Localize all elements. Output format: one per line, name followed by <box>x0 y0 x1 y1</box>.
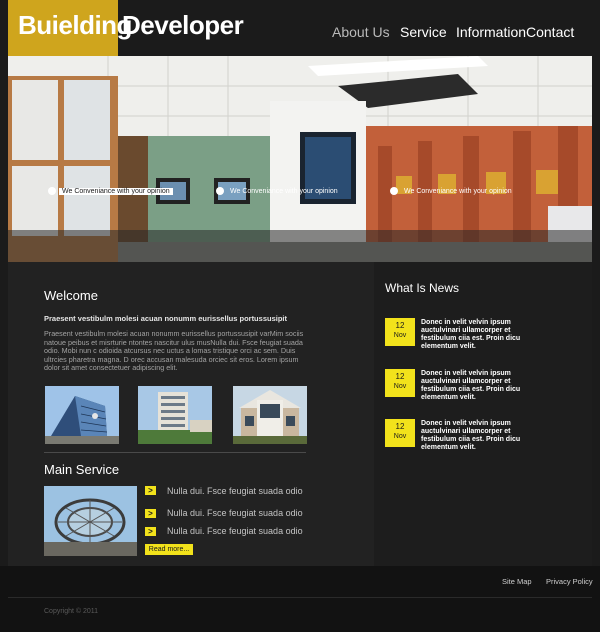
hero-banner <box>8 56 592 262</box>
service-arrow-icon-3: > <box>145 527 156 536</box>
service-arrow-icon-2: > <box>145 509 156 518</box>
building-thumbnail-2[interactable] <box>138 386 212 444</box>
service-item-1[interactable]: Nulla dui. Fsce feugiat suada odio <box>167 486 303 496</box>
copyright-text: Copyright © 2011 <box>44 608 99 615</box>
read-more-button[interactable]: Read more... <box>145 544 193 555</box>
hero-caption-1: We Conveniance with your opinion <box>59 188 173 195</box>
hero-slide-dot-2[interactable] <box>216 187 224 195</box>
nav-service[interactable]: Service <box>400 24 447 40</box>
news-date-month: Nov <box>393 383 407 390</box>
building-thumbnail-1[interactable] <box>45 386 119 444</box>
footer-link-privacy-policy[interactable]: Privacy Policy <box>546 577 593 586</box>
service-item-2[interactable]: Nulla dui. Fsce feugiat suada odio <box>167 508 303 518</box>
welcome-heading: Welcome <box>44 288 98 303</box>
hero-slide-dot-3[interactable] <box>390 187 398 195</box>
news-date-day: 12 <box>395 321 405 330</box>
news-date-badge-1: 12 Nov <box>385 318 415 346</box>
nav-about-us[interactable]: About Us <box>332 24 390 40</box>
news-item-2[interactable]: Donec in velit velvin ipsum auctulvinari… <box>421 370 541 402</box>
news-item-3[interactable]: Donec in velit velvin ipsum auctulvinari… <box>421 420 541 452</box>
news-date-month: Nov <box>393 332 407 339</box>
news-date-badge-3: 12 Nov <box>385 419 415 447</box>
welcome-subtitle: Praesent vestibulm molesi acuan nonumm e… <box>44 314 287 323</box>
news-date-day: 12 <box>395 372 405 381</box>
service-item-3[interactable]: Nulla dui. Fsce feugiat suada odio <box>167 526 303 536</box>
logo-text-part2[interactable]: Developer <box>122 10 244 41</box>
welcome-paragraph: Praesent vestibulm molesi acuan nonumm e… <box>44 329 304 373</box>
news-date-day: 12 <box>395 422 405 431</box>
news-date-month: Nov <box>393 433 407 440</box>
news-heading: What Is News <box>385 281 460 295</box>
hero-caption-3: We Conveniance with your opinion <box>404 188 512 195</box>
nav-information[interactable]: Information <box>456 24 526 40</box>
service-thumbnail[interactable] <box>44 486 137 556</box>
nav-contact[interactable]: Contact <box>526 24 574 40</box>
footer <box>0 566 600 632</box>
news-item-1[interactable]: Donec in velit velvin ipsum auctulvinari… <box>421 319 541 351</box>
building-thumbnail-3[interactable] <box>233 386 307 444</box>
footer-divider <box>8 597 592 598</box>
news-date-badge-2: 12 Nov <box>385 369 415 397</box>
footer-link-site-map[interactable]: Site Map <box>502 577 532 586</box>
hero-caption-bar <box>8 230 592 262</box>
section-divider <box>44 452 306 453</box>
hero-caption-2: We Conveniance with your opinion <box>230 188 338 195</box>
news-right-panel <box>374 262 592 566</box>
logo-text-part1[interactable]: Buielding <box>18 10 132 41</box>
main-service-heading: Main Service <box>44 462 120 477</box>
service-arrow-icon-1: > <box>145 486 156 495</box>
hero-slide-dot-1[interactable] <box>48 187 56 195</box>
